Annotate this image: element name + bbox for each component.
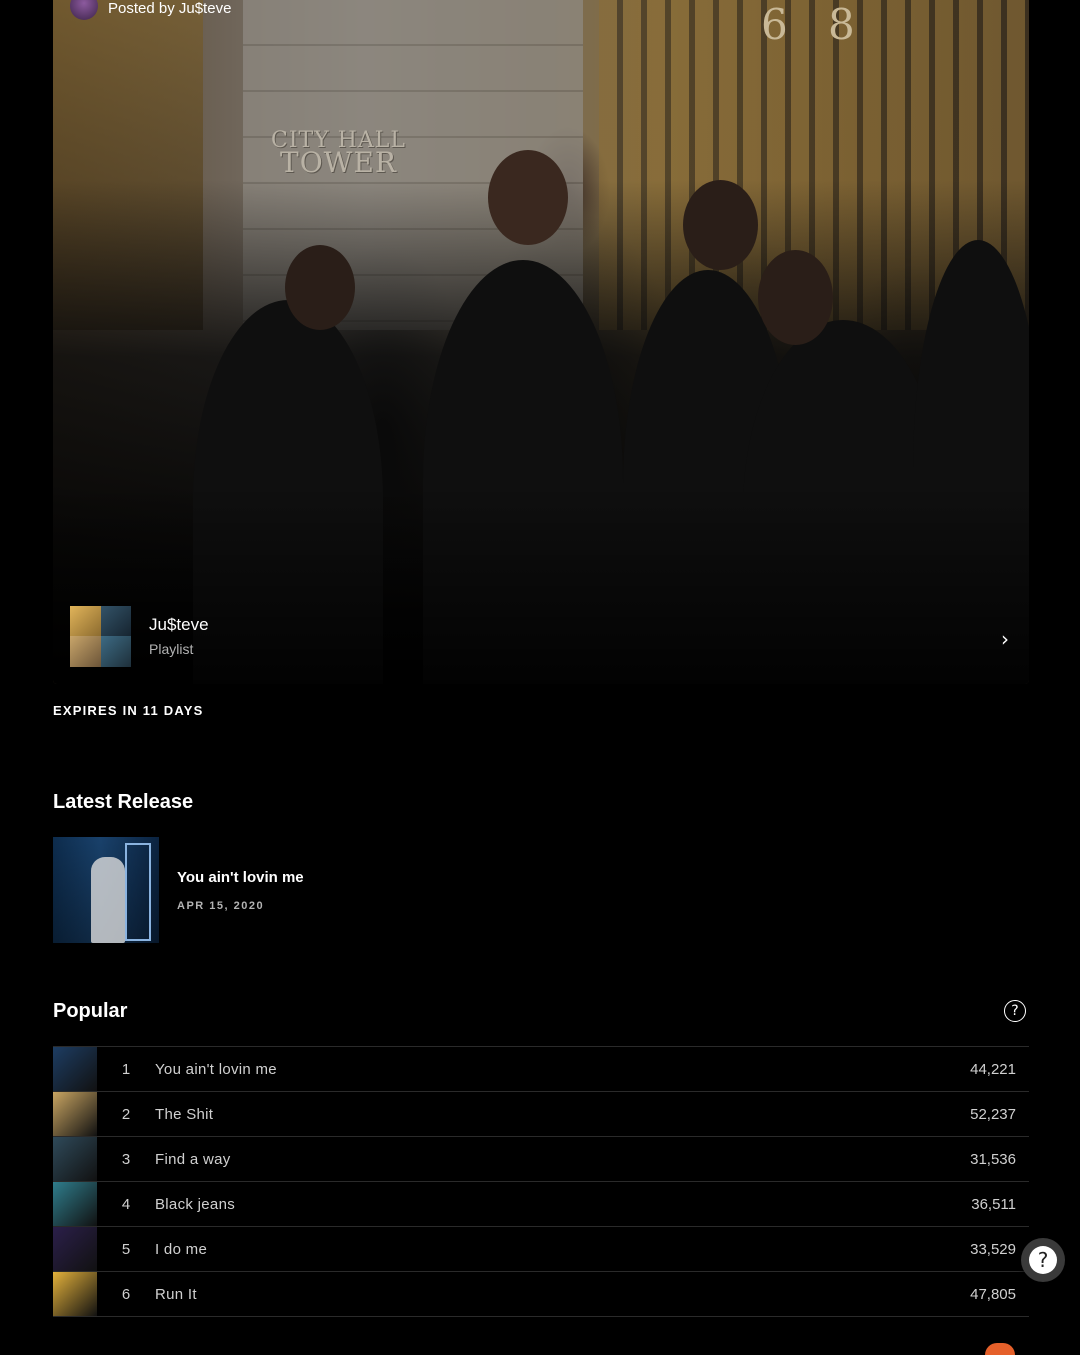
track-index: 4 — [121, 1195, 131, 1213]
hero-head — [285, 245, 355, 330]
track-thumbnail — [53, 1227, 97, 1271]
table-row[interactable]: 6 Run It 47,805 — [53, 1272, 1029, 1317]
track-play-count: 33,529 — [970, 1240, 1016, 1258]
door-number-2: 8 — [828, 0, 855, 49]
track-thumbnail — [53, 1047, 97, 1091]
question-icon: ? — [1029, 1246, 1057, 1274]
track-play-count: 47,805 — [970, 1285, 1016, 1303]
playlist-subtitle: Playlist — [149, 641, 194, 657]
track-index: 5 — [121, 1240, 131, 1258]
engraving-line-2: TOWER — [280, 146, 397, 179]
track-play-count: 52,237 — [970, 1105, 1016, 1123]
playlist-cover-art — [70, 605, 131, 667]
track-index: 2 — [121, 1105, 131, 1123]
posted-by[interactable]: Posted by Ju$teve — [70, 0, 231, 22]
track-index: 3 — [121, 1150, 131, 1168]
hero-head — [488, 150, 568, 245]
release-title[interactable]: You ain't lovin me — [177, 869, 304, 886]
track-index: 1 — [121, 1060, 131, 1078]
table-row[interactable]: 3 Find a way 31,536 — [53, 1137, 1029, 1182]
release-cover-art — [53, 837, 159, 943]
track-thumbnail — [53, 1272, 97, 1316]
latest-release-item[interactable]: You ain't lovin me APR 15, 2020 — [53, 837, 304, 943]
track-thumbnail — [53, 1092, 97, 1136]
popular-track-list: 1 You ain't lovin me 44,221 2 The Shit 52,237… — [53, 1046, 1029, 1317]
chevron-right-icon[interactable]: › — [1001, 627, 1009, 651]
track-title[interactable]: The Shit — [155, 1106, 896, 1123]
floating-action-button[interactable] — [985, 1343, 1015, 1355]
avatar[interactable] — [70, 0, 98, 20]
table-row[interactable]: 4 Black jeans 36,511 — [53, 1182, 1029, 1227]
table-row[interactable]: 5 I do me 33,529 — [53, 1227, 1029, 1272]
track-play-count: 44,221 — [970, 1060, 1016, 1078]
hero-head — [758, 250, 833, 345]
help-button[interactable]: ? — [1021, 1238, 1065, 1282]
door-number-1: 6 — [761, 0, 788, 49]
track-title[interactable]: Black jeans — [155, 1196, 896, 1213]
track-play-count: 31,536 — [970, 1150, 1016, 1168]
hero-engraving: CITY HALL TOWER — [271, 130, 406, 179]
release-date: APR 15, 2020 — [177, 899, 265, 912]
expires-label: EXPIRES IN 11 DAYS — [53, 703, 204, 718]
track-title[interactable]: Find a way — [155, 1151, 896, 1168]
track-title[interactable]: You ain't lovin me — [155, 1061, 896, 1078]
artist-pick-hero-image[interactable]: CITY HALL TOWER 6 8 — [53, 0, 1029, 684]
hero-head — [683, 180, 758, 270]
playlist-title: Ju$teve — [149, 615, 209, 634]
table-row[interactable]: 2 The Shit 52,237 — [53, 1092, 1029, 1137]
artist-pick-playlist[interactable]: Ju$teve Playlist › — [70, 605, 1015, 667]
track-index: 6 — [121, 1285, 131, 1303]
table-row[interactable]: 1 You ain't lovin me 44,221 — [53, 1047, 1029, 1092]
latest-release-heading: Latest Release — [53, 791, 194, 813]
question-circle-icon[interactable]: ? — [1004, 1000, 1026, 1022]
posted-by-text: Posted by Ju$teve — [108, 0, 232, 17]
track-play-count: 36,511 — [971, 1195, 1016, 1213]
track-title[interactable]: Run It — [155, 1286, 896, 1303]
track-title[interactable]: I do me — [155, 1241, 896, 1258]
popular-heading: Popular — [53, 1000, 128, 1022]
track-thumbnail — [53, 1137, 97, 1181]
track-thumbnail — [53, 1182, 97, 1226]
